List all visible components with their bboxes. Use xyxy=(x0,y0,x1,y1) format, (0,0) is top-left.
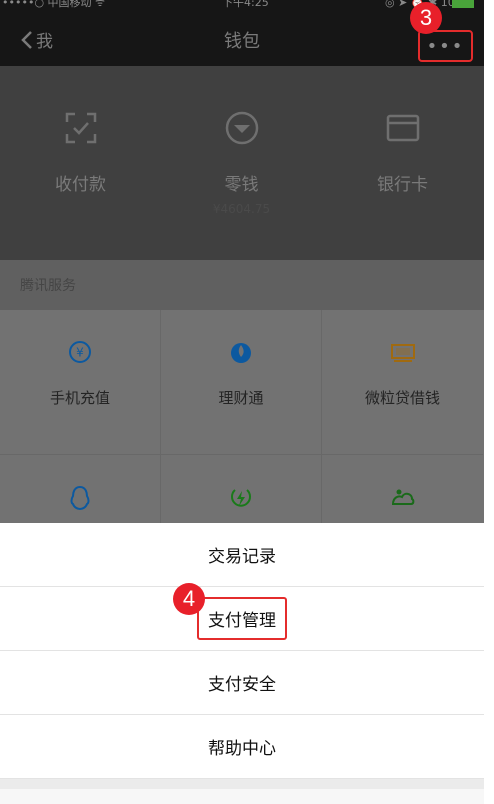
wallet-panel: 收付款 零钱 ¥4604.75 银行卡 xyxy=(0,66,484,260)
action-label: 交易记录 xyxy=(208,547,276,567)
qq-icon xyxy=(70,485,90,511)
svg-text:¥: ¥ xyxy=(76,346,84,360)
landscape-icon xyxy=(391,489,414,505)
battery-icon xyxy=(452,0,474,8)
action-payment-management[interactable]: 支付管理 xyxy=(0,587,484,651)
section-header: 腾讯服务 xyxy=(0,260,484,310)
wallet-item-label: 收付款 xyxy=(55,175,106,195)
section-title: 腾讯服务 xyxy=(20,278,76,294)
action-label: 支付安全 xyxy=(208,675,276,695)
wealth-icon xyxy=(231,343,251,363)
action-transaction-records[interactable]: 交易记录 xyxy=(0,523,484,587)
wallet-item-payment[interactable]: 收付款 xyxy=(0,66,161,260)
action-label: 帮助中心 xyxy=(208,739,276,759)
service-phone-recharge[interactable]: ¥ 手机充值 xyxy=(0,310,161,455)
sheet-divider xyxy=(0,779,484,789)
change-balance: ¥4604.75 xyxy=(212,202,271,216)
action-help-center[interactable]: 帮助中心 xyxy=(0,715,484,779)
action-label: 支付管理 xyxy=(197,597,287,640)
phone-recharge-icon: ¥ xyxy=(69,341,91,363)
lightning-icon xyxy=(231,489,251,507)
page-title: 钱包 xyxy=(224,31,260,52)
service-loan[interactable]: 微粒贷借钱 xyxy=(322,310,483,455)
page-margin xyxy=(484,0,494,804)
bank-card-icon xyxy=(386,114,419,142)
action-payment-security[interactable]: 支付安全 xyxy=(0,651,484,715)
service-label: 微粒贷借钱 xyxy=(364,389,440,407)
services-grid: ¥ 手机充值 理财通 微粒贷借钱 xyxy=(0,310,484,600)
wallet-item-label: 零钱 xyxy=(224,175,259,195)
sheet-cancel-area[interactable] xyxy=(0,789,484,804)
change-icon xyxy=(225,111,258,145)
service-wealth[interactable]: 理财通 xyxy=(161,310,322,455)
step-badge-3: 3 xyxy=(410,2,442,34)
loan-icon xyxy=(390,344,415,362)
app-screen: •••••○ 中国移动 ᯤ 下午4:25 ◎ ➤ ⏰ ✱ 100% 我 钱包 •… xyxy=(0,0,484,804)
status-time: 下午4:25 xyxy=(222,0,269,9)
carrier-signal: •••••○ 中国移动 ᯤ xyxy=(2,0,106,9)
wallet-item-change[interactable]: 零钱 ¥4604.75 xyxy=(161,66,322,260)
scan-icon xyxy=(65,112,96,144)
action-sheet: 交易记录 支付管理 支付安全 帮助中心 xyxy=(0,523,484,804)
service-label: 手机充值 xyxy=(49,389,110,407)
step-badge-4: 4 xyxy=(173,583,205,615)
wallet-item-bank-card[interactable]: 银行卡 xyxy=(322,66,483,260)
wallet-item-label: 银行卡 xyxy=(377,175,428,195)
more-button[interactable]: ••• xyxy=(418,30,473,62)
service-label: 理财通 xyxy=(218,389,264,407)
